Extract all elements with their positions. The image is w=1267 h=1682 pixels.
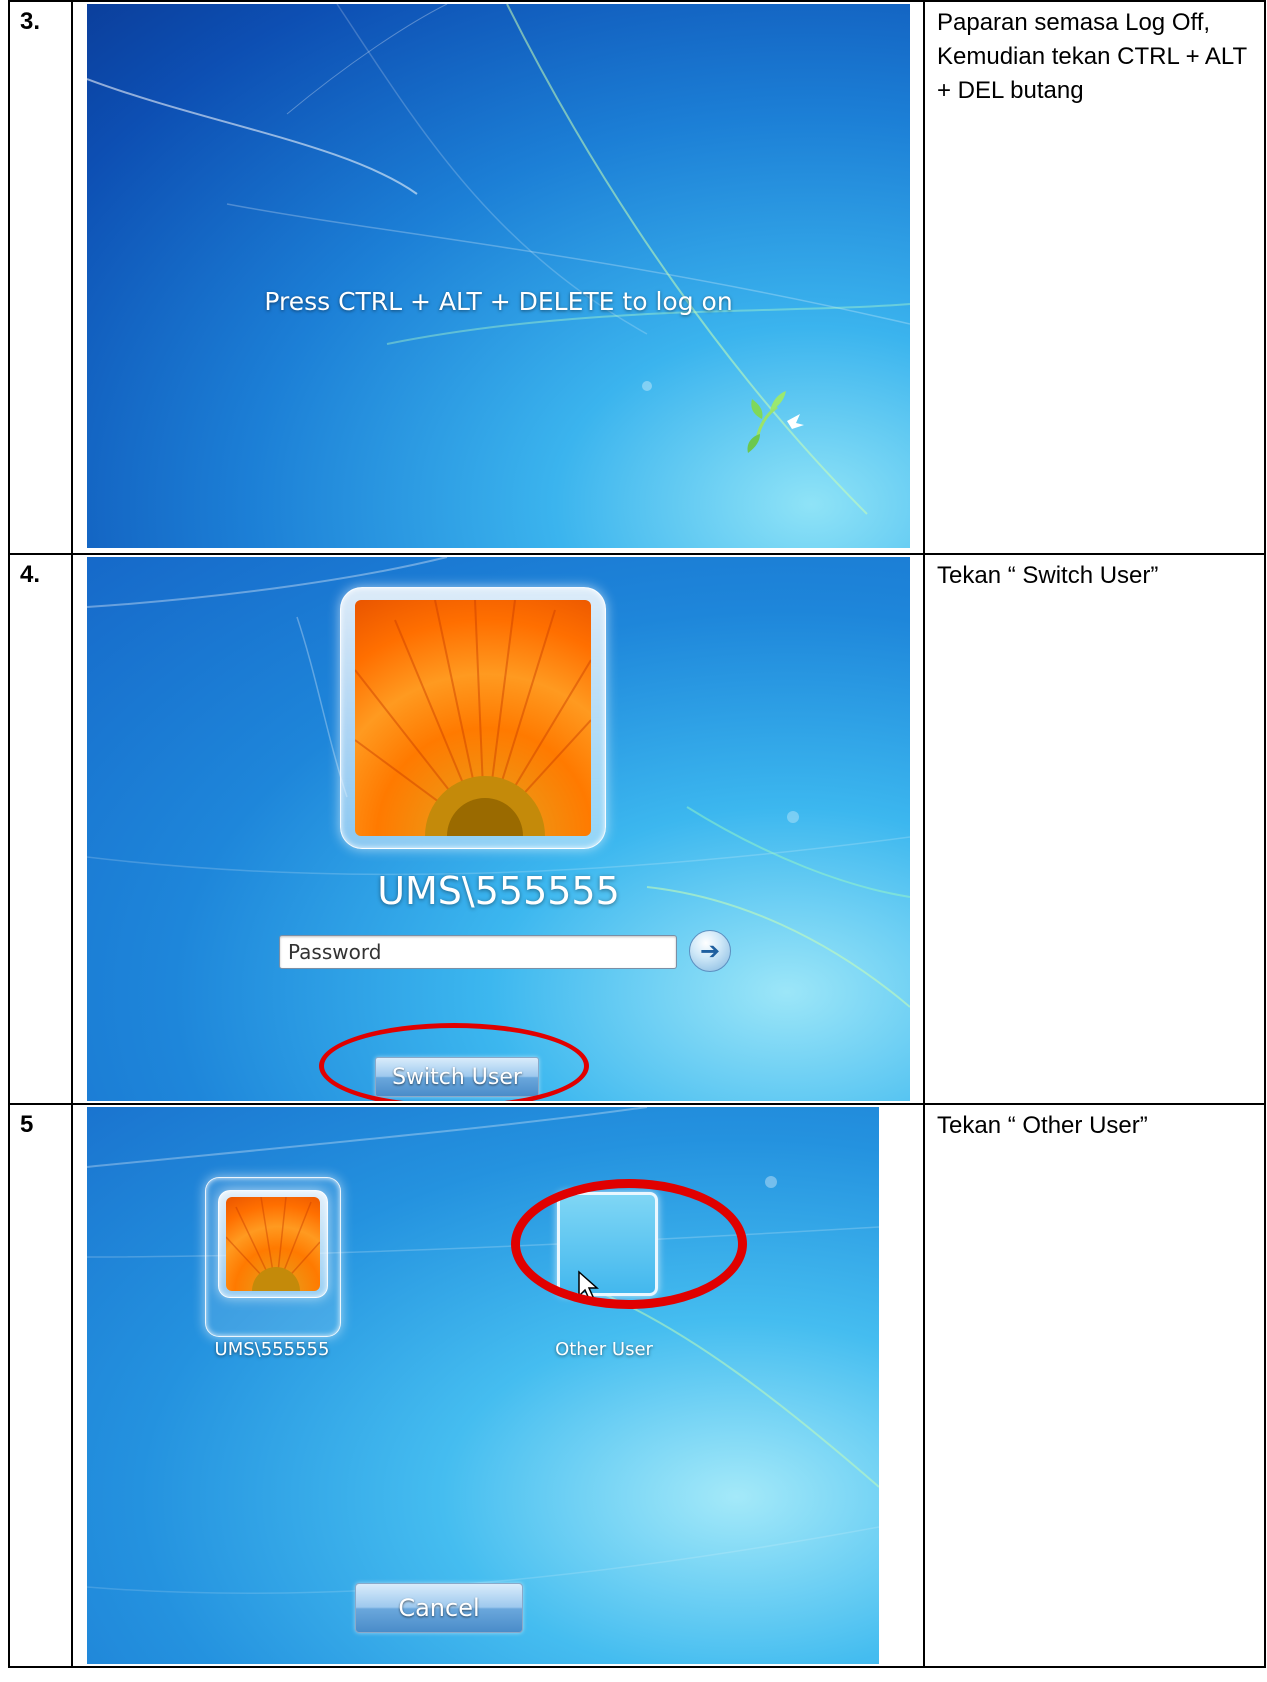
- password-input[interactable]: [279, 935, 677, 969]
- user-tile[interactable]: [205, 1177, 341, 1337]
- user-tile-label: UMS\555555: [214, 1339, 330, 1360]
- screenshot-cell: UMS\555555 ➔ Switch User: [71, 553, 925, 1105]
- flower-avatar-icon: [355, 600, 591, 836]
- step-description: Tekan “ Other User”: [923, 1103, 1266, 1668]
- step-number: 5: [8, 1103, 73, 1668]
- step-row: 5 UMS\555555 Other User Cancel Tekan “ O…: [8, 1103, 1266, 1668]
- step-description: Tekan “ Switch User”: [923, 553, 1266, 1105]
- avatar: [226, 1197, 320, 1291]
- password-screen: UMS\555555 ➔ Switch User: [87, 557, 910, 1101]
- user-avatar-frame: [218, 1190, 328, 1298]
- other-user-label[interactable]: Other User: [519, 1339, 689, 1360]
- ctrl-alt-del-screen: Press CTRL + ALT + DELETE to log on: [87, 4, 910, 548]
- account-name: UMS\555555: [377, 869, 620, 913]
- step-row: 4. UMS\555555 Password ➔ Switch User Tek…: [8, 553, 1266, 1105]
- cancel-button[interactable]: Cancel: [355, 1583, 523, 1633]
- arrow-right-icon[interactable]: ➔: [689, 930, 731, 972]
- screenshot-cell: Press CTRL + ALT + DELETE to log on: [71, 0, 925, 555]
- windows-bird-logo-icon: [747, 391, 804, 453]
- step-row: 3. Press CTRL + ALT + DELETE to log on P…: [8, 0, 1266, 555]
- step-description: Paparan semasa Log Off, Kemudian tekan C…: [923, 0, 1266, 555]
- highlight-ellipse: [319, 1023, 589, 1101]
- highlight-ellipse: [511, 1179, 747, 1309]
- avatar: [355, 600, 591, 836]
- user-select-screen: UMS\555555 Other User Cancel: [87, 1107, 879, 1664]
- step-number: 4.: [8, 553, 73, 1105]
- wallpaper-swoosh: [87, 4, 910, 515]
- user-avatar-frame[interactable]: [340, 587, 606, 849]
- flower-avatar-icon: [226, 1197, 320, 1291]
- logon-instruction-text: Press CTRL + ALT + DELETE to log on: [264, 287, 733, 316]
- screenshot-cell: UMS\555555 Other User Cancel: [71, 1103, 925, 1668]
- steps-table: 3. Press CTRL + ALT + DELETE to log on P…: [8, 0, 1266, 1668]
- step-number: 3.: [8, 0, 73, 555]
